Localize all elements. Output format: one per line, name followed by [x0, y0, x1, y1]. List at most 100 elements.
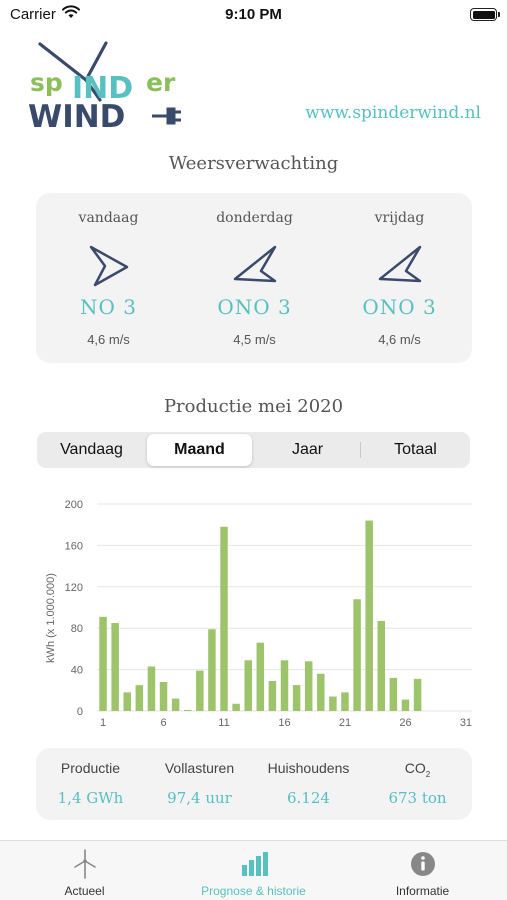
y-tick-label: 40 — [71, 665, 83, 677]
tab-label: Informatie — [395, 884, 450, 898]
y-tick-label: 160 — [65, 540, 83, 552]
wind-arrow-icon — [89, 245, 128, 287]
bar-day-26 — [401, 699, 410, 711]
production-title: Productie mei 2020 — [163, 396, 344, 417]
y-axis-label: kWh (x 1.000.000) — [45, 573, 57, 663]
clock: 9:10 PM — [225, 6, 282, 23]
day-name: vrijdag — [374, 210, 425, 226]
stat-label: Vollasturen — [164, 760, 235, 776]
website-link[interactable]: www.spinderwind.nl — [305, 103, 481, 123]
wind-speed: 4,5 m/s — [233, 332, 276, 347]
x-tick-label: 11 — [218, 717, 229, 729]
forecast-title: Weersverwachting — [168, 153, 339, 174]
bar-day-24 — [377, 620, 386, 711]
bar-day-20 — [329, 696, 337, 711]
stat-value: 97,4 uur — [167, 789, 232, 807]
stat-productie: Productie 1,4 GWh — [36, 748, 145, 820]
bar-day-12 — [232, 703, 240, 711]
x-tick-label: 6 — [160, 717, 166, 729]
stat-value: 6.124 — [287, 789, 330, 807]
x-tick-label: 21 — [339, 717, 351, 729]
forecast-day-thursday: donderdag ONO 3 4,5 m/s — [182, 193, 327, 363]
bar-day-15 — [268, 680, 277, 711]
logo-sp: sp — [30, 68, 63, 97]
tab-prognose-historie[interactable]: Prognose & historie — [169, 841, 338, 900]
bar-day-19 — [317, 673, 325, 711]
bar-day-21 — [341, 692, 349, 711]
day-name: vandaag — [78, 210, 139, 226]
co2-subscript: 2 — [425, 769, 431, 779]
day-name: donderdag — [216, 210, 293, 226]
bar-day-6 — [159, 682, 168, 711]
bar-day-23 — [365, 520, 373, 711]
segment-divider — [360, 442, 361, 458]
stat-vollasturen: Vollasturen 97,4 uur — [145, 748, 254, 820]
production-chart: 04080120160200 1 6 11 16 21 26 31 kWh (x 1.000… — [45, 499, 472, 729]
x-tick-label: 26 — [399, 717, 411, 729]
stat-label: Huishoudens — [267, 760, 350, 776]
bar-day-9 — [196, 670, 204, 711]
logo-er: er — [146, 68, 176, 97]
co2-text: CO — [404, 760, 426, 776]
bar-day-14 — [256, 642, 265, 711]
bar-day-1 — [99, 616, 107, 711]
logo-wind: WIND — [28, 99, 125, 130]
segment-totaal[interactable]: Totaal — [363, 434, 468, 466]
y-tick-label: 0 — [77, 706, 83, 718]
segment-maand[interactable]: Maand — [147, 434, 252, 466]
x-tick-label: 1 — [100, 717, 106, 729]
wind-speed: 4,6 m/s — [87, 332, 130, 347]
bar-day-5 — [147, 666, 156, 711]
forecast-day-today: vandaag NO 3 4,6 m/s — [36, 193, 181, 363]
wind-direction: ONO 3 — [217, 295, 292, 319]
bar-day-22 — [353, 599, 361, 711]
bar-day-27 — [413, 678, 422, 711]
y-tick-label: 200 — [65, 499, 83, 511]
bar-day-11 — [220, 526, 228, 711]
bar-day-25 — [389, 677, 398, 711]
bar-day-18 — [304, 661, 313, 711]
tab-label: Actueel — [64, 884, 105, 898]
status-bar: Carrier 9:10 PM — [0, 0, 507, 30]
segment-vandaag[interactable]: Vandaag — [39, 434, 144, 466]
tab-label: Prognose & historie — [201, 884, 306, 898]
wind-turbine-icon — [73, 849, 96, 879]
forecast-card: vandaag NO 3 4,6 m/s donderdag ONO 3 4,5… — [36, 193, 472, 363]
spinderwind-logo: sp IND er WIND — [28, 41, 181, 130]
segment-jaar[interactable]: Jaar — [255, 434, 360, 466]
wind-arrow-icon — [378, 245, 421, 283]
bar-day-3 — [123, 692, 131, 711]
y-tick-label: 80 — [71, 623, 83, 635]
bar-day-17 — [292, 685, 301, 711]
wind-direction: NO 3 — [80, 295, 137, 319]
bar-day-7 — [171, 698, 180, 711]
battery-icon — [470, 8, 500, 21]
wind-speed: 4,6 m/s — [378, 332, 421, 347]
wind-arrow-icon — [233, 245, 276, 283]
stat-value: 673 ton — [388, 789, 447, 807]
info-icon — [410, 852, 435, 876]
stat-huishoudens: Huishoudens 6.124 — [254, 748, 363, 820]
bar-day-4 — [135, 685, 144, 711]
bar-day-8 — [183, 709, 192, 711]
bar-day-10 — [208, 629, 216, 711]
stat-label: CO2 — [363, 760, 472, 779]
period-segmented-control: Vandaag Maand Jaar Totaal — [37, 432, 470, 468]
wind-direction: ONO 3 — [362, 295, 437, 319]
bar-day-16 — [280, 660, 289, 711]
stats-card: Productie 1,4 GWh Vollasturen 97,4 uur H… — [36, 748, 472, 820]
tab-informatie[interactable]: Informatie — [338, 841, 507, 900]
bar-chart-icon — [241, 852, 268, 876]
x-tick-label: 16 — [278, 717, 290, 729]
x-tick-label: 31 — [460, 717, 472, 729]
tab-actueel[interactable]: Actueel — [0, 841, 169, 900]
bar-day-13 — [244, 660, 252, 711]
stat-co2: CO2 673 ton — [363, 748, 472, 820]
tab-bar: Actueel Prognose & historie Informatie — [0, 840, 507, 900]
y-tick-label: 120 — [65, 582, 83, 594]
stat-label: Productie — [60, 760, 121, 776]
stat-value: 1,4 GWh — [57, 789, 124, 807]
bar-day-2 — [111, 623, 119, 711]
plug-icon — [152, 107, 181, 125]
forecast-day-friday: vrijdag ONO 3 4,6 m/s — [327, 193, 472, 363]
